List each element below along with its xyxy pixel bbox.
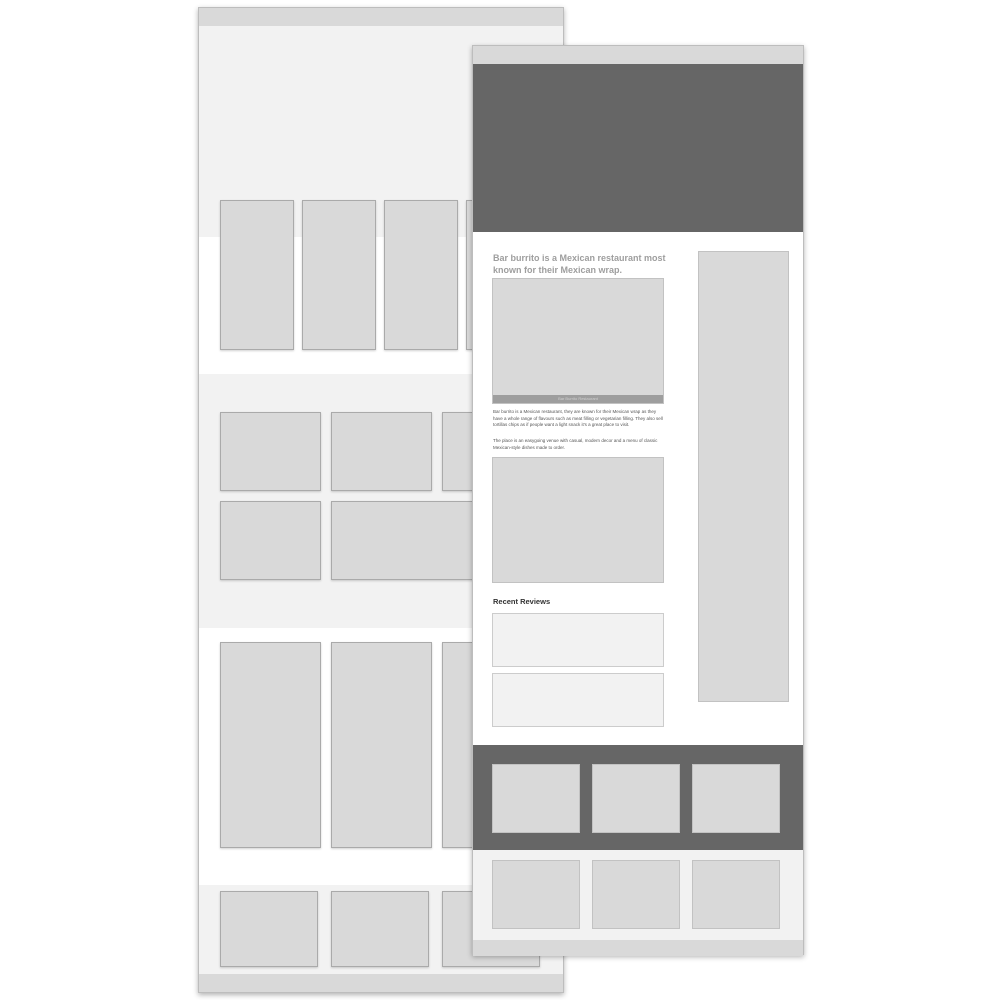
footer-light-band: [473, 850, 803, 940]
footer-dark-band: [473, 745, 803, 850]
back-grid-tile-1[interactable]: [220, 412, 321, 491]
footer-light-tile-2[interactable]: [592, 860, 680, 929]
review-card-2[interactable]: [492, 673, 664, 727]
footer-light-tile-3[interactable]: [692, 860, 780, 929]
review-card-1[interactable]: [492, 613, 664, 667]
article-headline: Bar burrito is a Mexican restaurant most…: [493, 253, 666, 275]
article-paragraph-1: Bar burrito is a Mexican restaurant, the…: [493, 409, 663, 427]
image-caption: Bar Burrito Restaurant: [493, 395, 663, 403]
article-main-image: Bar Burrito Restaurant: [492, 278, 664, 404]
front-wireframe-page: Bar burrito is a Mexican restaurant most…: [472, 45, 804, 956]
footer-light-tile-1[interactable]: [492, 860, 580, 929]
back-card-2[interactable]: [302, 200, 376, 350]
article-secondary-image: [492, 457, 664, 583]
front-top-bar: [473, 46, 803, 64]
hero-banner: [473, 64, 803, 232]
footer-tile-2[interactable]: [592, 764, 680, 833]
back-card-3[interactable]: [384, 200, 458, 350]
back-card-1[interactable]: [220, 200, 294, 350]
back-grid-tile-4[interactable]: [220, 501, 321, 580]
back-bottom-bar: [199, 974, 563, 992]
footer-tile-3[interactable]: [692, 764, 780, 833]
footer-tile-1[interactable]: [492, 764, 580, 833]
back-bottom-tile-2[interactable]: [331, 891, 429, 967]
sidebar-ad-placeholder: [698, 251, 789, 702]
front-bottom-bar: [473, 940, 803, 956]
reviews-title: Recent Reviews: [493, 597, 551, 606]
back-gallery-tile-2[interactable]: [331, 642, 432, 848]
back-gallery-tile-1[interactable]: [220, 642, 321, 848]
back-grid-tile-2[interactable]: [331, 412, 432, 491]
back-top-bar: [199, 8, 563, 26]
article-paragraph-2: The place is an easygoing venue with cas…: [493, 438, 658, 450]
back-bottom-tile-1[interactable]: [220, 891, 318, 967]
